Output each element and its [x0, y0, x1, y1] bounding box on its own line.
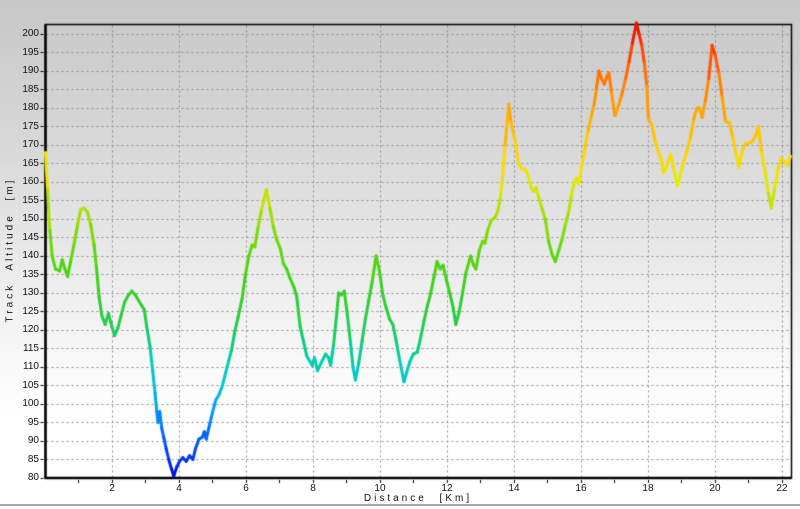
bottom-separator-line: [0, 504, 800, 506]
chart-canvas: [0, 0, 800, 509]
altitude-profile-chart: 8085909510010511011512012513013514014515…: [0, 0, 800, 509]
